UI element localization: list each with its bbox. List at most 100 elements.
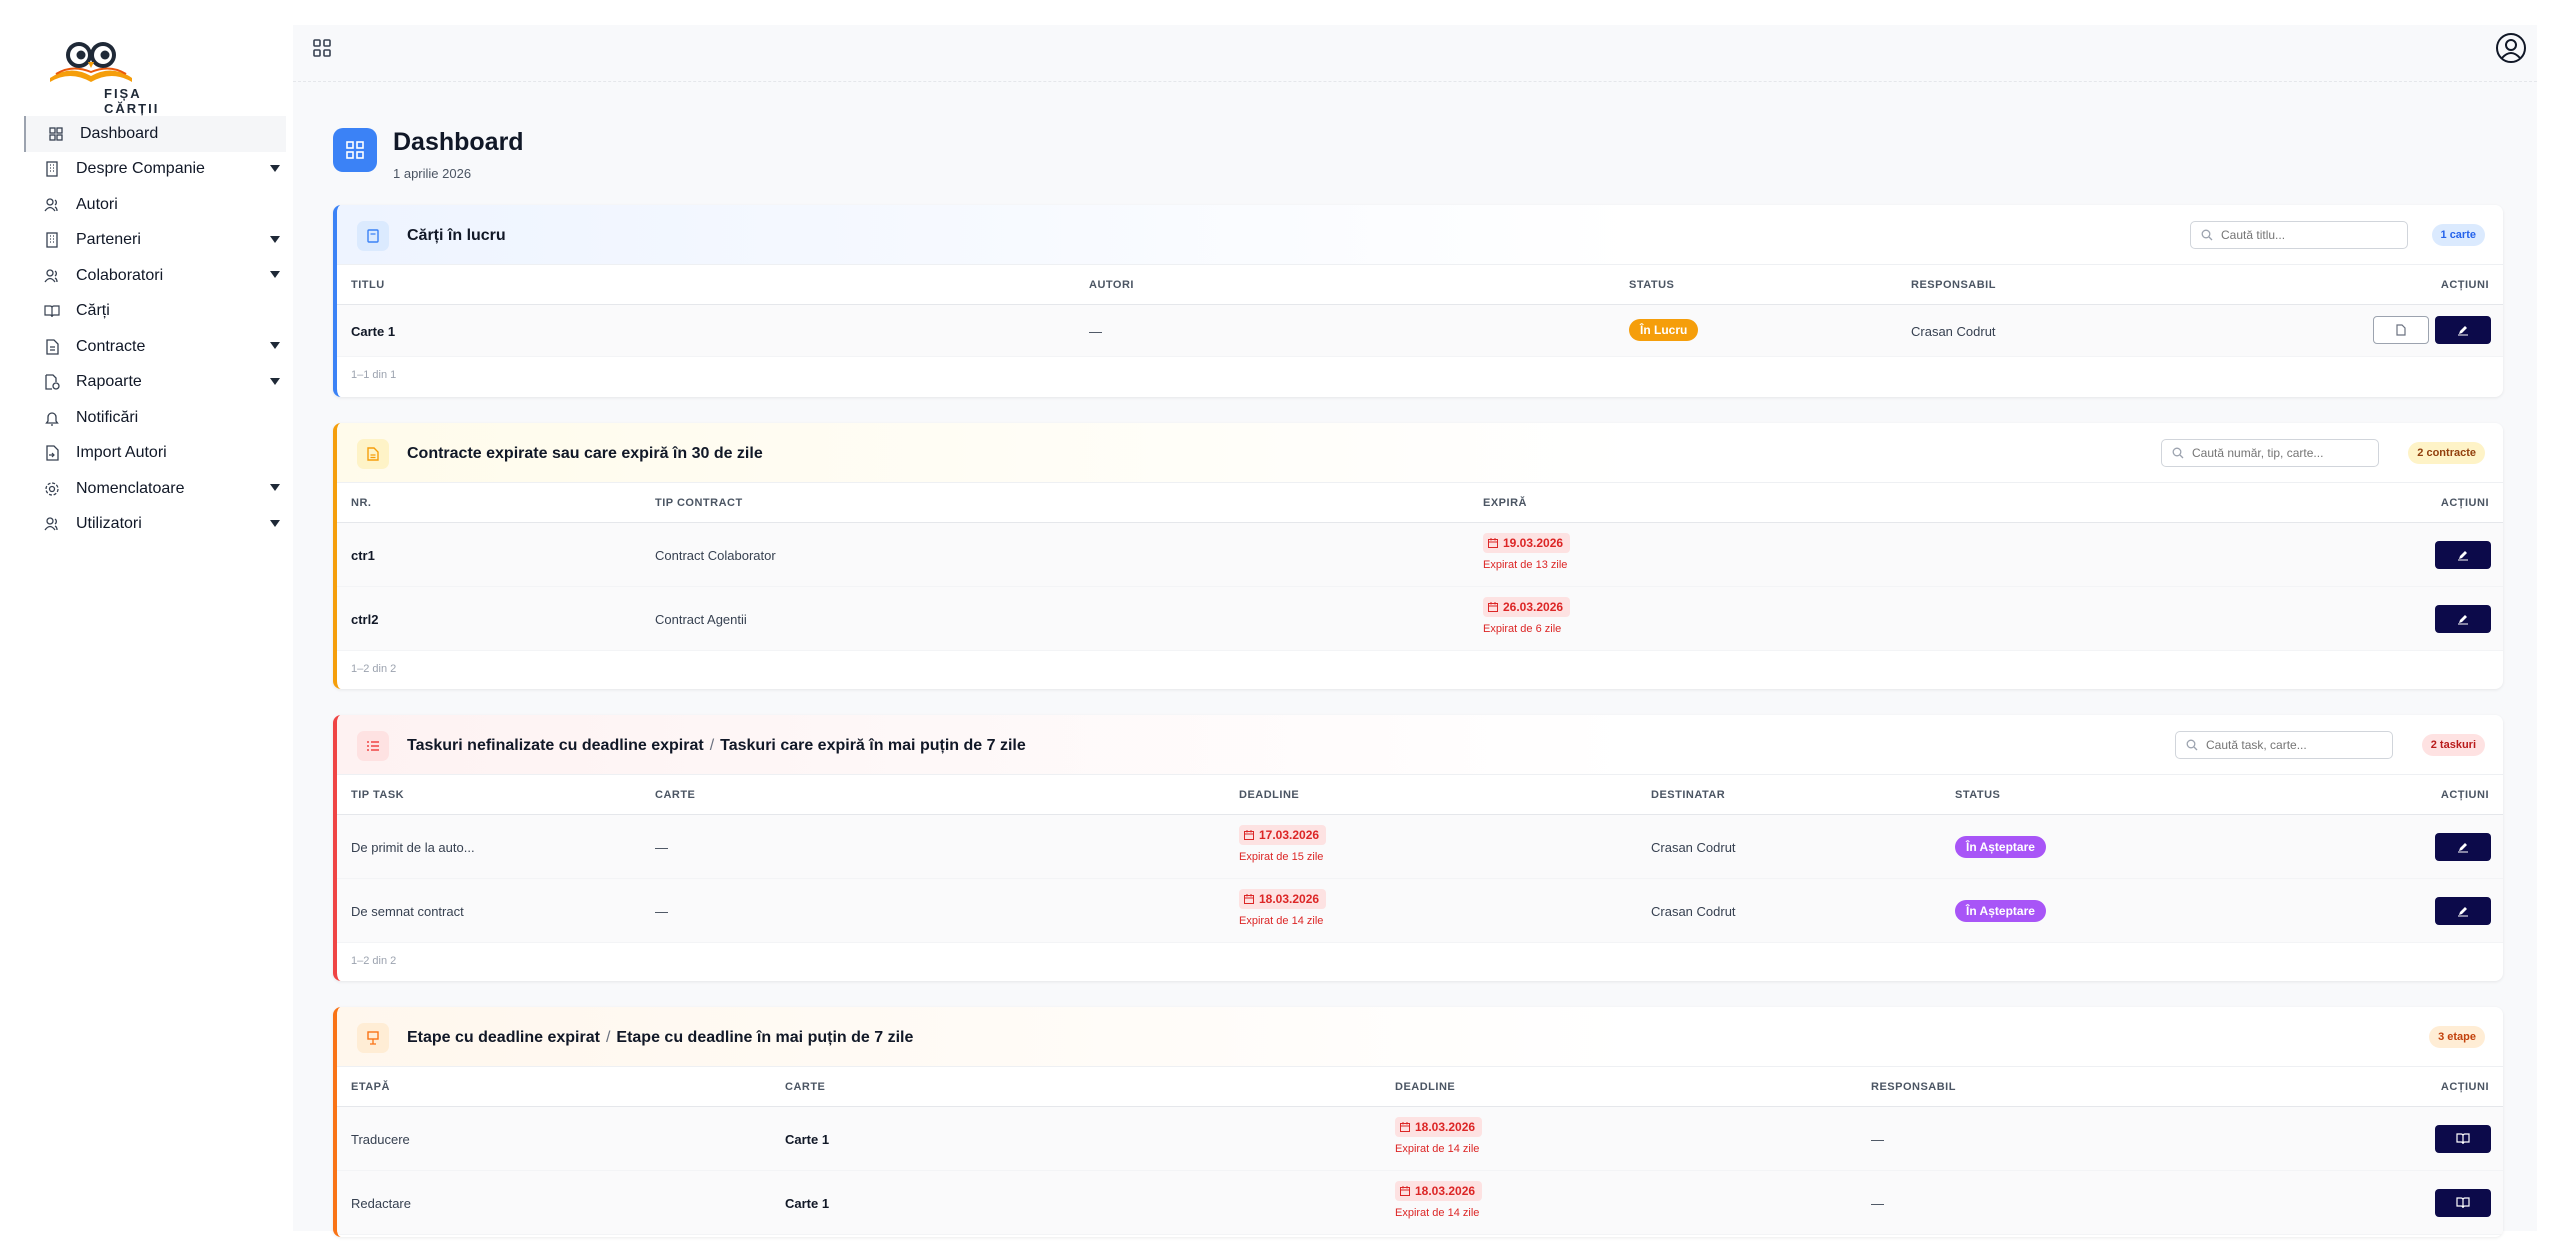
- card-title: Etape cu deadline expirat / Etape cu deadl…: [407, 1029, 913, 1047]
- card-header: Cărți în lucru 1 carte: [337, 205, 2503, 265]
- contracts-search[interactable]: [2161, 439, 2379, 467]
- task-type[interactable]: De primit de la auto...: [351, 840, 475, 855]
- open-book-button[interactable]: [2435, 1125, 2491, 1153]
- deadline-date: 18.03.2026: [1259, 892, 1320, 906]
- calendar-icon: [1400, 1186, 1410, 1196]
- card-header: Contracte expirate sau care expiră în 30…: [337, 423, 2503, 483]
- sidebar-item-import-autori[interactable]: Import Autori: [24, 436, 286, 472]
- table-row[interactable]: Carte 1 — În Lucru Crasan Codrut: [337, 305, 2503, 357]
- edit-button[interactable]: [2435, 316, 2491, 344]
- sidebar-item-rapoarte[interactable]: Rapoarte: [24, 365, 286, 401]
- users-icon: [44, 516, 60, 532]
- sidebar-item-autori[interactable]: Autori: [24, 187, 286, 223]
- app-logo[interactable]: FIȘA CĂRȚII: [46, 38, 196, 116]
- contract-number[interactable]: ctrl2: [351, 612, 378, 627]
- building-icon: [44, 232, 60, 248]
- search-input[interactable]: [2192, 446, 2362, 460]
- edit-button[interactable]: [2435, 541, 2491, 569]
- table-row[interactable]: Traducere Carte 1 18.03.2026 Expirat de …: [337, 1107, 2503, 1171]
- search-icon: [2172, 447, 2184, 459]
- user-avatar-icon[interactable]: [2495, 32, 2529, 66]
- card-title-part: Taskuri care expiră în mai puțin de 7 zi…: [720, 737, 1026, 754]
- table-header: ETAPĂ CARTE DEADLINE RESPONSABIL ACȚIUNI: [337, 1067, 2503, 1107]
- column-header: ACȚIUNI: [2440, 279, 2489, 291]
- sidebar-item-colaboratori[interactable]: Colaboratori: [24, 258, 286, 294]
- search-input[interactable]: [2206, 738, 2376, 752]
- contract-number[interactable]: ctr1: [351, 548, 375, 563]
- calendar-icon: [1244, 894, 1254, 904]
- edit-button[interactable]: [2435, 605, 2491, 633]
- edit-button[interactable]: [2435, 897, 2491, 925]
- sidebar-item-dashboard[interactable]: Dashboard: [24, 116, 286, 152]
- column-header: RESPONSABIL: [1871, 1081, 1956, 1093]
- edit-button[interactable]: [2435, 833, 2491, 861]
- sidebar-item-label: Contracte: [76, 337, 146, 355]
- sidebar-item-label: Colaboratori: [76, 266, 164, 284]
- card-header: Taskuri nefinalizate cu deadline expirat…: [337, 715, 2503, 775]
- stage-name[interactable]: Traducere: [351, 1132, 410, 1147]
- card-title-part: Etape cu deadline în mai puțin de 7 zile: [616, 1029, 914, 1046]
- column-header: CARTE: [655, 789, 696, 801]
- table-row[interactable]: De primit de la auto... — 17.03.2026 Exp…: [337, 815, 2503, 879]
- column-header: EXPIRĂ: [1483, 497, 1527, 509]
- expired-note: Expirat de 13 zile: [1483, 559, 1568, 571]
- expiry-date: 26.03.2026: [1503, 600, 1564, 614]
- card-title: Contracte expirate sau care expiră în 30…: [407, 445, 763, 462]
- books-search[interactable]: [2190, 221, 2408, 249]
- apps-grid-icon[interactable]: [313, 39, 333, 59]
- overdue-tasks-card: Taskuri nefinalizate cu deadline expirat…: [333, 715, 2503, 981]
- presentation-icon: [357, 1023, 389, 1053]
- pagination-text: 1–2 din 2: [351, 663, 397, 675]
- view-document-button[interactable]: [2373, 316, 2429, 344]
- sidebar-item-carti[interactable]: Cărți: [24, 294, 286, 330]
- page-title: Dashboard: [393, 128, 524, 156]
- column-header: STATUS: [1955, 789, 2001, 801]
- page-date: 1 aprilie 2026: [393, 166, 472, 181]
- book-responsible: Crasan Codrut: [1911, 324, 1996, 339]
- stage-book: Carte 1: [785, 1196, 830, 1211]
- count-badge: 1 carte: [2431, 224, 2485, 246]
- dashboard-icon: [333, 128, 377, 172]
- sidebar-item-notificari[interactable]: Notificări: [24, 400, 286, 436]
- sidebar-item-label: Import Autori: [76, 444, 167, 462]
- tasks-search[interactable]: [2175, 731, 2393, 759]
- table-row[interactable]: Redactare Carte 1 18.03.2026 Expirat de …: [337, 1171, 2503, 1235]
- pagination-info: 1–2 din 2: [337, 943, 2503, 979]
- column-header: AUTORI: [1089, 279, 1134, 291]
- pagination-info: 1–1 din 1: [337, 357, 2503, 393]
- pagination-info: 1–2 din 2: [337, 651, 2503, 687]
- contract-type: Contract Colaborator: [655, 548, 776, 563]
- card-title: Taskuri nefinalizate cu deadline expirat…: [407, 737, 1026, 755]
- deadline-badge: 18.03.2026: [1239, 889, 1327, 909]
- card-title-part: Etape cu deadline expirat: [407, 1029, 600, 1046]
- search-input[interactable]: [2221, 228, 2391, 242]
- sidebar-item-utilizatori[interactable]: Utilizatori: [24, 507, 286, 543]
- open-book-button[interactable]: [2435, 1189, 2491, 1217]
- sidebar-item-contracte[interactable]: Contracte: [24, 329, 286, 365]
- expired-note: Expirat de 14 zile: [1239, 915, 1324, 927]
- users-icon: [44, 268, 60, 284]
- deadline-badge: 18.03.2026: [1395, 1181, 1483, 1201]
- chevron-down-icon: [270, 342, 280, 349]
- file-import-icon: [44, 445, 60, 461]
- sidebar-item-despre-companie[interactable]: Despre Companie: [24, 152, 286, 188]
- table-row[interactable]: ctr1 Contract Colaborator 19.03.2026 Exp…: [337, 523, 2503, 587]
- expiring-contracts-card: Contracte expirate sau care expiră în 30…: [333, 423, 2503, 689]
- book-title[interactable]: Carte 1: [351, 324, 395, 339]
- table-row[interactable]: ctrl2 Contract Agentii 26.03.2026 Expira…: [337, 587, 2503, 651]
- status-badge: În Așteptare: [1955, 900, 2046, 922]
- book-icon: [357, 221, 389, 251]
- grid-icon: [48, 126, 64, 142]
- book-authors: —: [1089, 324, 1102, 339]
- stage-name[interactable]: Redactare: [351, 1196, 411, 1211]
- table-row[interactable]: De semnat contract — 18.03.2026 Expirat …: [337, 879, 2503, 943]
- books-in-progress-card: Cărți în lucru 1 carte TITLU AUTORI STAT…: [333, 205, 2503, 397]
- sidebar-item-parteneri[interactable]: Parteneri: [24, 223, 286, 259]
- sidebar-item-nomenclatoare[interactable]: Nomenclatoare: [24, 471, 286, 507]
- chevron-down-icon: [270, 519, 280, 527]
- chevron-down-icon: [270, 484, 280, 491]
- deadline-date: 18.03.2026: [1415, 1184, 1476, 1198]
- sidebar-item-label: Parteneri: [76, 231, 141, 249]
- task-type[interactable]: De semnat contract: [351, 904, 464, 919]
- sidebar-item-label: Dashboard: [80, 124, 159, 142]
